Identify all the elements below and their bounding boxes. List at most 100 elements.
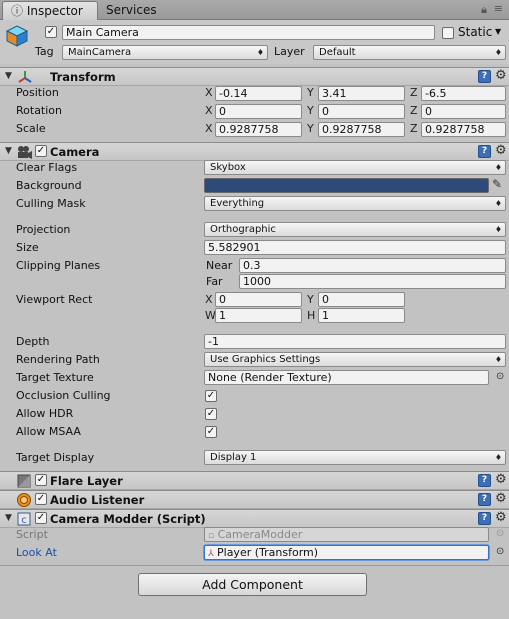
flare-layer-checkbox[interactable]: ✓ [35, 474, 47, 486]
viewport-h-input[interactable]: 1 [318, 308, 405, 323]
viewport-rect-label: Viewport Rect [16, 293, 93, 306]
allow-hdr-label: Allow HDR [16, 407, 74, 420]
viewport-w-input[interactable]: 1 [215, 308, 302, 323]
axis-h-label: H [307, 309, 316, 322]
target-texture-label: Target Texture [16, 371, 94, 384]
audio-listener-icon [17, 493, 31, 507]
axis-z-label: Z [410, 122, 418, 135]
help-icon[interactable]: ? [478, 493, 491, 506]
eyedropper-icon[interactable]: ✎ [492, 177, 502, 191]
camera-icon [18, 146, 32, 159]
gameobject-cube-icon[interactable] [5, 24, 29, 48]
gear-icon[interactable]: ⚙ [495, 492, 507, 506]
script-file-icon: ▫ [208, 531, 215, 541]
far-label: Far [206, 275, 223, 288]
far-input[interactable]: 1000 [239, 274, 506, 289]
info-icon: ⓘ [11, 4, 24, 18]
lock-icon[interactable]: 🔒︎ [481, 3, 487, 17]
clear-flags-dropdown[interactable]: Skybox ♦ [204, 160, 506, 175]
help-icon[interactable]: ? [478, 145, 491, 158]
rendering-path-dropdown[interactable]: Use Graphics Settings ♦ [204, 352, 506, 367]
projection-dropdown[interactable]: Orthographic ♦ [204, 222, 506, 237]
depth-input[interactable]: -1 [204, 334, 506, 349]
object-picker-icon: ⊙ [496, 528, 505, 539]
audio-listener-checkbox[interactable]: ✓ [35, 493, 47, 505]
camera-modder-title: Camera Modder (Script) [50, 512, 206, 526]
gameobject-name-input[interactable]: Main Camera [62, 25, 435, 40]
script-field: ▫ CameraModder [204, 527, 489, 542]
divider [0, 565, 509, 566]
transform-title: Transform [50, 70, 116, 84]
tab-inspector[interactable]: ⓘ Inspector [2, 1, 98, 20]
position-x-input[interactable]: -0.14 [215, 86, 302, 101]
culling-mask-dropdown[interactable]: Everything ♦ [204, 196, 506, 211]
background-color-field[interactable] [204, 178, 489, 193]
dropdown-arrow-icon: ♦ [494, 225, 502, 234]
look-at-label: Look At [16, 546, 57, 559]
scale-y-input[interactable]: 0.9287758 [318, 122, 405, 137]
flare-layer-header[interactable]: ✓ Flare Layer ? ⚙ [0, 471, 509, 490]
rotation-x-input[interactable]: 0 [215, 104, 302, 119]
camera-header[interactable]: ▼ ✓ Camera ? ⚙ [0, 142, 509, 161]
help-icon[interactable]: ? [478, 474, 491, 487]
script-label: Script [16, 528, 48, 541]
layer-dropdown[interactable]: Default ♦ [313, 45, 506, 60]
scale-z-input[interactable]: 0.9287758 [421, 122, 506, 137]
foldout-arrow-icon[interactable]: ▼ [5, 71, 12, 81]
rotation-label: Rotation [16, 104, 63, 117]
camera-modder-header[interactable]: ▼ c ✓ Camera Modder (Script) ? ⚙ [0, 509, 509, 528]
dropdown-arrow-icon: ♦ [494, 199, 502, 208]
gear-icon[interactable]: ⚙ [495, 144, 507, 158]
culling-mask-label: Culling Mask [16, 197, 86, 210]
chevron-down-icon[interactable]: ▼ [495, 27, 501, 36]
look-at-field[interactable]: ⅄ Player (Transform) [204, 545, 489, 560]
add-component-button[interactable]: Add Component [138, 573, 367, 596]
object-picker-icon[interactable]: ⊙ [496, 371, 504, 382]
position-z-input[interactable]: -6.5 [421, 86, 506, 101]
flare-layer-title: Flare Layer [50, 474, 123, 488]
size-input[interactable]: 5.582901 [204, 240, 506, 255]
transform-header[interactable]: ▼ Transform ? ⚙ [0, 67, 509, 86]
gear-icon[interactable]: ⚙ [495, 69, 507, 83]
dropdown-arrow-icon: ♦ [494, 48, 502, 57]
object-picker-icon[interactable]: ⊙ [496, 546, 504, 557]
target-display-dropdown[interactable]: Display 1 ♦ [204, 450, 506, 465]
axis-z-label: Z [410, 86, 418, 99]
rotation-z-input[interactable]: 0 [421, 104, 506, 119]
tab-bar: ⓘ Inspector Services 🔒︎ ≡ [0, 0, 509, 20]
position-y-input[interactable]: 3.41 [318, 86, 405, 101]
camera-modder-checkbox[interactable]: ✓ [35, 512, 47, 524]
occlusion-culling-checkbox[interactable]: ✓ [205, 390, 217, 402]
target-texture-field[interactable]: None (Render Texture) [204, 370, 489, 385]
gameobject-active-checkbox[interactable]: ✓ [45, 26, 57, 38]
axis-x-label: X [205, 293, 213, 306]
static-checkbox[interactable]: ✓ [442, 27, 454, 39]
occlusion-culling-label: Occlusion Culling [16, 389, 111, 402]
viewport-y-input[interactable]: 0 [318, 292, 405, 307]
gear-icon[interactable]: ⚙ [495, 511, 507, 525]
axis-x-label: X [205, 122, 213, 135]
foldout-arrow-icon[interactable]: ▼ [5, 146, 12, 156]
axis-x-label: X [205, 104, 213, 117]
tab-services[interactable]: Services [98, 1, 165, 20]
foldout-arrow-icon[interactable]: ▼ [5, 513, 12, 523]
help-icon[interactable]: ? [478, 70, 491, 83]
menu-icon[interactable]: ≡ [494, 2, 503, 15]
allow-hdr-checkbox[interactable]: ✓ [205, 408, 217, 420]
camera-enabled-checkbox[interactable]: ✓ [35, 145, 47, 157]
allow-msaa-checkbox[interactable]: ✓ [205, 426, 217, 438]
rotation-y-input[interactable]: 0 [318, 104, 405, 119]
depth-label: Depth [16, 335, 50, 348]
viewport-x-input[interactable]: 0 [215, 292, 302, 307]
audio-listener-header[interactable]: ✓ Audio Listener ? ⚙ [0, 490, 509, 509]
flare-layer-icon [17, 474, 31, 488]
gear-icon[interactable]: ⚙ [495, 473, 507, 487]
axis-z-label: Z [410, 104, 418, 117]
axis-y-label: Y [307, 86, 314, 99]
scale-x-input[interactable]: 0.9287758 [215, 122, 302, 137]
clipping-planes-label: Clipping Planes [16, 259, 101, 272]
layer-label: Layer [274, 45, 305, 58]
help-icon[interactable]: ? [478, 512, 491, 525]
tag-dropdown[interactable]: MainCamera ♦ [62, 45, 268, 60]
near-input[interactable]: 0.3 [239, 258, 506, 273]
